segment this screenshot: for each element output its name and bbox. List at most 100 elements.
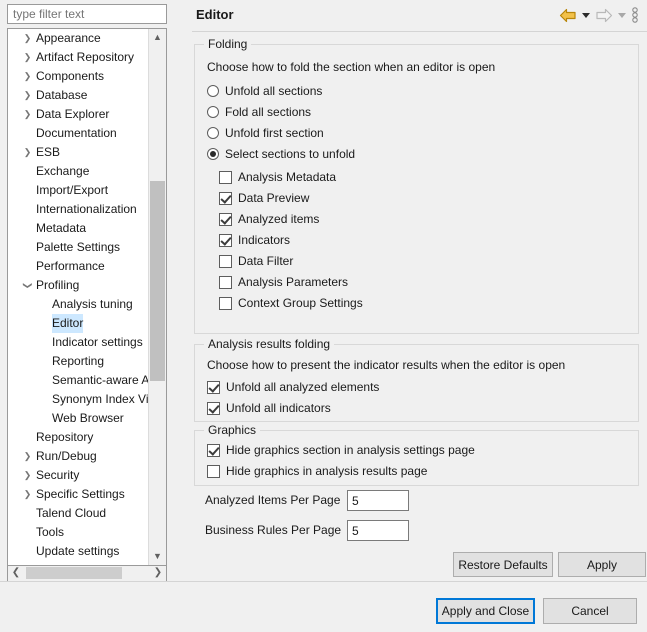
checkbox-context-group-settings[interactable]: Context Group Settings: [219, 293, 619, 314]
sidebar-item-esb[interactable]: ❯ ESB: [8, 143, 150, 162]
checkbox-icon[interactable]: [219, 234, 232, 247]
sidebar-item-usage-data-collector[interactable]: ❯Usage Data Collector: [8, 561, 150, 565]
chevron-right-icon[interactable]: ❯: [22, 561, 33, 565]
tree-vertical-scrollbar[interactable]: ▲ ▼: [148, 29, 166, 565]
filter-input[interactable]: [7, 4, 167, 24]
sidebar-item-repository[interactable]: Repository: [8, 428, 150, 447]
sidebar-item-security[interactable]: ❯ Security: [8, 466, 150, 485]
checkbox-data-filter[interactable]: Data Filter: [219, 251, 619, 272]
radio-fold-all-sections[interactable]: Fold all sections: [207, 102, 627, 123]
cancel-button[interactable]: Cancel: [543, 598, 637, 624]
sidebar-item-profiling[interactable]: ❯ Profiling: [8, 276, 150, 295]
sidebar-item-database[interactable]: ❯ Database: [8, 86, 150, 105]
checkbox-analysis-metadata[interactable]: Analysis Metadata: [219, 167, 619, 188]
radio-button-icon[interactable]: [207, 148, 219, 160]
scroll-down-icon[interactable]: ▼: [149, 548, 166, 565]
sidebar-item-label: ESB: [36, 145, 61, 159]
radio-button-icon[interactable]: [207, 106, 219, 118]
sidebar-item-editor[interactable]: Editor: [8, 314, 150, 333]
chevron-right-icon[interactable]: ❯: [22, 48, 33, 67]
sidebar-item-specific-settings[interactable]: ❯ Specific Settings: [8, 485, 150, 504]
sidebar-item-documentation[interactable]: Documentation: [8, 124, 150, 143]
chevron-right-icon[interactable]: ❯: [22, 447, 33, 466]
checkbox-analysis-parameters[interactable]: Analysis Parameters: [219, 272, 619, 293]
scroll-left-icon[interactable]: ❮: [8, 566, 24, 580]
radio-button-icon[interactable]: [207, 85, 219, 97]
sidebar-item-performance[interactable]: Performance: [8, 257, 150, 276]
sidebar-item-web-browser[interactable]: Web Browser: [8, 409, 150, 428]
checkbox-icon[interactable]: [219, 171, 232, 184]
checkbox-label: Indicators: [238, 233, 291, 247]
sidebar-item-exchange[interactable]: Exchange: [8, 162, 150, 181]
radio-button-icon[interactable]: [207, 127, 219, 139]
sidebar-item-import-export[interactable]: Import/Export: [8, 181, 150, 200]
back-history-chevron-down-icon[interactable]: [582, 12, 590, 18]
field-analyzed-items-per-page: Analyzed Items Per Page: [205, 490, 425, 512]
checkbox-analyzed-items[interactable]: Analyzed items: [219, 209, 619, 230]
restore-defaults-button[interactable]: Restore Defaults: [453, 552, 553, 577]
checkbox-icon[interactable]: [219, 255, 232, 268]
radio-unfold-all-sections[interactable]: Unfold all sections: [207, 81, 627, 102]
sidebar-item-metadata[interactable]: Metadata: [8, 219, 150, 238]
checkbox-label: Analyzed items: [238, 212, 320, 226]
sidebar-item-appearance[interactable]: ❯ Appearance: [8, 29, 150, 48]
checkbox-icon[interactable]: [219, 213, 232, 226]
checkbox-icon[interactable]: [207, 444, 220, 457]
preferences-tree-items: ❯ Appearance ❯ Artifact Repository ❯ Componen…: [8, 29, 150, 565]
field-input[interactable]: [347, 520, 409, 541]
checkbox-unfold-all-indicators[interactable]: Unfold all indicators: [207, 398, 627, 419]
checkbox-icon[interactable]: [219, 192, 232, 205]
sidebar-item-internationalization[interactable]: Internationalization: [8, 200, 150, 219]
checkbox-data-preview[interactable]: Data Preview: [219, 188, 619, 209]
chevron-right-icon[interactable]: ❯: [22, 466, 33, 485]
tree-horizontal-scroll-thumb[interactable]: [26, 567, 122, 579]
radio-unfold-first-section[interactable]: Unfold first section: [207, 123, 627, 144]
sidebar-item-label: Semantic-aware A: [52, 373, 150, 387]
chevron-right-icon[interactable]: ❯: [22, 67, 33, 86]
checkbox-unfold-all-analyzed-elements[interactable]: Unfold all analyzed elements: [207, 377, 627, 398]
sidebar-item-tools[interactable]: Tools: [8, 523, 150, 542]
chevron-down-icon[interactable]: ❯: [18, 280, 37, 291]
radio-select-sections-to-unfold[interactable]: Select sections to unfold: [207, 144, 627, 165]
view-menu-icon[interactable]: [631, 4, 639, 26]
sidebar-item-run-debug[interactable]: ❯ Run/Debug: [8, 447, 150, 466]
scroll-right-icon[interactable]: ❯: [150, 566, 166, 580]
sidebar-item-label: Data Explorer: [36, 107, 110, 121]
chevron-right-icon[interactable]: ❯: [22, 143, 33, 162]
sidebar-item-synonym-index-vi[interactable]: Synonym Index Vi: [8, 390, 150, 409]
sidebar-item-indicator-settings[interactable]: Indicator settings: [8, 333, 150, 352]
sidebar-item-reporting[interactable]: Reporting: [8, 352, 150, 371]
checkbox-icon[interactable]: [219, 276, 232, 289]
content-header: Editor: [180, 0, 647, 31]
sidebar-item-analysis-tuning[interactable]: Analysis tuning: [8, 295, 150, 314]
back-arrow-icon[interactable]: [559, 4, 577, 26]
header-toolbar: [559, 4, 639, 26]
field-input[interactable]: [347, 490, 409, 511]
checkbox-hide-graphics-in-analysis-results-page[interactable]: Hide graphics in analysis results page: [207, 461, 627, 482]
chevron-right-icon[interactable]: ❯: [22, 485, 33, 504]
sidebar-item-semantic-aware-a[interactable]: Semantic-aware A: [8, 371, 150, 390]
checkbox-hide-graphics-section-in-analysis-settings-page[interactable]: Hide graphics section in analysis settin…: [207, 440, 627, 461]
tree-horizontal-scrollbar[interactable]: ❮ ❯: [7, 566, 167, 582]
chevron-right-icon[interactable]: ❯: [22, 29, 33, 48]
sidebar-item-talend-cloud[interactable]: Talend Cloud: [8, 504, 150, 523]
chevron-right-icon[interactable]: ❯: [22, 86, 33, 105]
sidebar-item-update-settings[interactable]: Update settings: [8, 542, 150, 561]
checkbox-icon[interactable]: [207, 381, 220, 394]
sidebar-item-components[interactable]: ❯ Components: [8, 67, 150, 86]
checkbox-icon[interactable]: [207, 465, 220, 478]
sidebar-item-data-explorer[interactable]: ❯ Data Explorer: [8, 105, 150, 124]
checkbox-icon[interactable]: [207, 402, 220, 415]
chevron-right-icon[interactable]: ❯: [22, 105, 33, 124]
apply-and-close-button[interactable]: Apply and Close: [436, 598, 535, 624]
sidebar-item-palette-settings[interactable]: Palette Settings: [8, 238, 150, 257]
sidebar-item-label: Specific Settings: [36, 487, 125, 501]
checkbox-icon[interactable]: [219, 297, 232, 310]
apply-button[interactable]: Apply: [558, 552, 646, 577]
radio-label: Select sections to unfold: [225, 147, 356, 161]
tree-vertical-scroll-thumb[interactable]: [150, 181, 165, 381]
sidebar-item-artifact-repository[interactable]: ❯ Artifact Repository: [8, 48, 150, 67]
preferences-dialog: ❯Appearance❯Artifact Repository❯Componen…: [0, 0, 647, 632]
checkbox-indicators[interactable]: Indicators: [219, 230, 619, 251]
scroll-up-icon[interactable]: ▲: [149, 29, 166, 46]
